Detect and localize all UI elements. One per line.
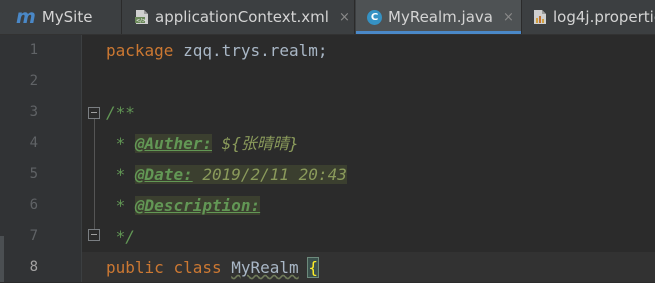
editor-gutter[interactable]: 1 2 3 4 5 6 7 8 — [0, 35, 82, 282]
code-line-1: package zqq.trys.realm; — [106, 35, 328, 66]
line-number: 3 — [29, 104, 38, 120]
keyword-package: package — [106, 41, 174, 60]
fold-collapse-icon[interactable] — [88, 107, 100, 119]
fold-guide — [94, 119, 95, 229]
xml-file-icon: </> — [135, 9, 149, 25]
code-line-7: */ — [106, 221, 135, 252]
editor-tab-bar: m MySite </> applicationContext.xml × C … — [0, 0, 655, 35]
javadoc-tag-auther: @Auther: — [134, 134, 212, 153]
gutter-divider — [81, 35, 82, 282]
svg-text:</>: </> — [136, 18, 146, 24]
javadoc-tag-description: @Description: — [134, 196, 261, 215]
properties-file-icon — [533, 9, 547, 25]
keyword-public: public — [106, 258, 164, 277]
code-line-4: * @Auther: ${张晴晴} — [106, 134, 299, 153]
java-class-icon: C — [367, 9, 382, 25]
matched-brace: { — [307, 257, 319, 278]
code-line-5: * @Date: 2019/2/11 20:43 — [106, 165, 347, 184]
close-icon[interactable]: × — [503, 10, 514, 25]
line-number: 1 — [29, 42, 38, 58]
code-line-6: * @Description: — [106, 196, 261, 215]
package-name: zqq.trys.realm; — [173, 41, 328, 60]
line-number: 2 — [29, 73, 38, 89]
code-line-3: /** — [106, 97, 135, 128]
line-number-current: 8 — [29, 259, 38, 275]
tab-application-context-xml[interactable]: </> applicationContext.xml × — [123, 0, 355, 34]
code-line-8: public class MyRealm { — [106, 252, 319, 283]
tab-log4j-properties[interactable]: log4j.properties — [523, 0, 655, 34]
tab-mysite[interactable]: m MySite — [0, 0, 122, 34]
line-number: 4 — [29, 135, 38, 151]
fold-end-icon[interactable] — [88, 229, 100, 241]
javadoc-value: ${张晴晴} — [211, 134, 299, 153]
tab-myrealm-java[interactable]: C MyRealm.java × — [356, 0, 522, 34]
tab-label: log4j.properties — [553, 8, 655, 26]
module-m-icon: m — [16, 6, 36, 28]
line-number: 5 — [29, 166, 38, 182]
close-icon[interactable]: × — [339, 10, 350, 25]
tab-label: MySite — [41, 8, 93, 26]
line-number: 7 — [29, 228, 38, 244]
line-number: 6 — [29, 197, 38, 213]
javadoc-tag-date: @Date: — [134, 165, 193, 184]
javadoc-open: /** — [106, 103, 135, 122]
tab-label: MyRealm.java — [388, 8, 493, 26]
keyword-class: class — [173, 258, 222, 277]
javadoc-close: */ — [106, 227, 135, 246]
tab-label: applicationContext.xml — [155, 8, 329, 26]
class-name: MyRealm — [231, 258, 299, 277]
javadoc-value: 2019/2/11 20:43 — [192, 165, 347, 184]
